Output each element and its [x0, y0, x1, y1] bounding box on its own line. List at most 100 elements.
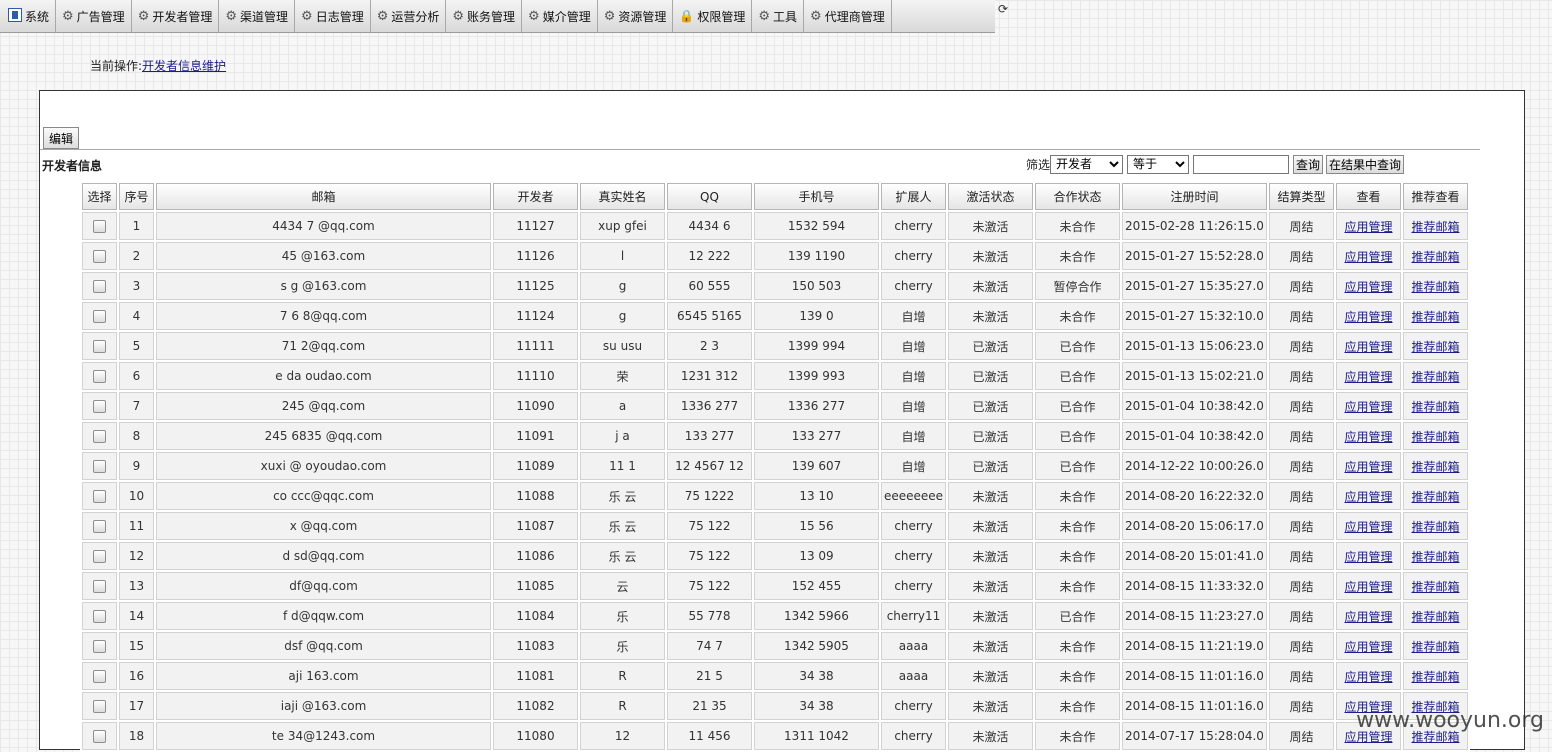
nav-item[interactable]: ⚙ 代理商管理	[804, 0, 892, 32]
cell-developer: 11127	[493, 212, 578, 240]
app-manage-link[interactable]: 应用管理	[1344, 520, 1392, 534]
nav-item[interactable]: ⚙ 开发者管理	[132, 0, 220, 32]
app-manage-link[interactable]: 应用管理	[1344, 580, 1392, 594]
cell-developer: 11110	[493, 362, 578, 390]
app-manage-link[interactable]: 应用管理	[1344, 250, 1392, 264]
query-in-results-button[interactable]: 在结果中查询	[1326, 154, 1405, 174]
nav-item[interactable]: ⚙ 账务管理	[446, 0, 523, 32]
cell-developer: 11085	[493, 572, 578, 600]
filter-value-input[interactable]	[1193, 154, 1290, 174]
cell-cooperation: 未合作	[1035, 482, 1120, 510]
breadcrumb-link[interactable]: 开发者信息维护	[142, 59, 226, 73]
recommend-email-link[interactable]: 推荐邮箱	[1411, 250, 1459, 264]
cell-phone: 13 09	[754, 542, 879, 570]
nav-item[interactable]: ⚙ 运营分析	[371, 0, 447, 32]
app-manage-link[interactable]: 应用管理	[1344, 400, 1392, 414]
filter-field-select[interactable]: 开发者	[1050, 154, 1124, 174]
app-manage-link[interactable]: 应用管理	[1344, 430, 1392, 444]
cell-settle: 周结	[1269, 572, 1334, 600]
cell-recommend: 推荐邮箱	[1403, 482, 1468, 510]
row-checkbox[interactable]	[93, 700, 106, 713]
nav-item[interactable]: ⚙ 工具	[752, 0, 805, 32]
row-checkbox[interactable]	[93, 460, 106, 473]
recommend-email-link[interactable]: 推荐邮箱	[1411, 460, 1459, 474]
cell-real-name: 乐 云	[580, 482, 665, 510]
app-manage-link[interactable]: 应用管理	[1344, 280, 1392, 294]
row-checkbox[interactable]	[93, 580, 106, 593]
recommend-email-link[interactable]: 推荐邮箱	[1411, 640, 1459, 654]
nav-item[interactable]: 🔒 权限管理	[673, 0, 753, 32]
column-header: 推荐查看	[1403, 183, 1468, 210]
row-checkbox[interactable]	[93, 730, 106, 743]
app-manage-link[interactable]: 应用管理	[1344, 490, 1392, 504]
cell-recommend: 推荐邮箱	[1403, 212, 1468, 240]
cell-phone: 34 38	[754, 662, 879, 690]
cell-developer: 11090	[493, 392, 578, 420]
filter-operator-select[interactable]: 等于	[1127, 154, 1190, 174]
nav-item[interactable]: ⚙ 媒介管理	[522, 0, 598, 32]
app-manage-link[interactable]: 应用管理	[1344, 640, 1392, 654]
cell-index: 8	[119, 422, 154, 450]
recommend-email-link[interactable]: 推荐邮箱	[1411, 310, 1459, 324]
row-checkbox[interactable]	[93, 520, 106, 533]
row-checkbox[interactable]	[93, 220, 106, 233]
refresh-icon[interactable]: ⟳	[998, 2, 1008, 16]
network-icon: ⚙	[62, 8, 74, 24]
row-checkbox[interactable]	[93, 250, 106, 263]
nav-item[interactable]: ⚙ 资源管理	[598, 0, 674, 32]
row-checkbox[interactable]	[93, 280, 106, 293]
app-manage-link[interactable]: 应用管理	[1344, 340, 1392, 354]
cell-extender: cherry	[881, 512, 946, 540]
app-manage-link[interactable]: 应用管理	[1344, 310, 1392, 324]
recommend-email-link[interactable]: 推荐邮箱	[1411, 550, 1459, 564]
nav-item[interactable]: 系统	[0, 0, 57, 32]
nav-item[interactable]: ⚙ 渠道管理	[219, 0, 296, 32]
row-checkbox[interactable]	[93, 610, 106, 623]
cell-developer: 11124	[493, 302, 578, 330]
recommend-email-link[interactable]: 推荐邮箱	[1411, 220, 1459, 234]
cell-activation: 未激活	[948, 542, 1033, 570]
row-checkbox[interactable]	[93, 640, 106, 653]
recommend-email-link[interactable]: 推荐邮箱	[1411, 340, 1459, 354]
row-checkbox[interactable]	[93, 550, 106, 563]
app-manage-link[interactable]: 应用管理	[1344, 220, 1392, 234]
app-manage-link[interactable]: 应用管理	[1344, 370, 1392, 384]
recommend-email-link[interactable]: 推荐邮箱	[1411, 370, 1459, 384]
nav-item-label: 运营分析	[391, 9, 440, 24]
select-cell	[82, 422, 117, 450]
row-checkbox[interactable]	[93, 370, 106, 383]
row-checkbox[interactable]	[93, 400, 106, 413]
table-row: 1 4434 7 @qq.com 11127 xup gfei 4434 6 1532 5…	[82, 212, 1468, 240]
query-button[interactable]: 查询	[1293, 154, 1324, 174]
network-icon: ⚙	[301, 8, 313, 24]
row-checkbox[interactable]	[93, 670, 106, 683]
recommend-email-link[interactable]: 推荐邮箱	[1411, 400, 1459, 414]
recommend-email-link[interactable]: 推荐邮箱	[1411, 520, 1459, 534]
cell-extender: 自增	[881, 362, 946, 390]
cell-phone: 133 277	[754, 422, 879, 450]
recommend-email-link[interactable]: 推荐邮箱	[1411, 280, 1459, 294]
row-checkbox[interactable]	[93, 340, 106, 353]
row-checkbox[interactable]	[93, 430, 106, 443]
recommend-email-link[interactable]: 推荐邮箱	[1411, 670, 1459, 684]
recommend-email-link[interactable]: 推荐邮箱	[1411, 490, 1459, 504]
app-manage-link[interactable]: 应用管理	[1344, 550, 1392, 564]
nav-item[interactable]: ⚙ 广告管理	[56, 0, 132, 32]
row-checkbox[interactable]	[93, 310, 106, 323]
app-manage-link[interactable]: 应用管理	[1344, 670, 1392, 684]
table-row: 14 f d@qqw.com 11084 乐 55 778 1342 5966 cherry…	[82, 602, 1468, 630]
app-manage-link[interactable]: 应用管理	[1344, 610, 1392, 624]
recommend-email-link[interactable]: 推荐邮箱	[1411, 580, 1459, 594]
column-header: QQ	[667, 183, 752, 210]
app-manage-link[interactable]: 应用管理	[1344, 460, 1392, 474]
edit-button[interactable]: 编辑	[43, 127, 80, 149]
row-checkbox[interactable]	[93, 490, 106, 503]
recommend-email-link[interactable]: 推荐邮箱	[1411, 610, 1459, 624]
cell-reg-time: 2015-01-13 15:02:21.0	[1122, 362, 1267, 390]
network-icon: ⚙	[376, 8, 389, 24]
column-header: 查看	[1336, 183, 1401, 210]
recommend-email-link[interactable]: 推荐邮箱	[1411, 430, 1459, 444]
cell-activation: 未激活	[948, 212, 1033, 240]
nav-item-label: 账务管理	[467, 9, 516, 24]
nav-item[interactable]: ⚙ 日志管理	[295, 0, 371, 32]
